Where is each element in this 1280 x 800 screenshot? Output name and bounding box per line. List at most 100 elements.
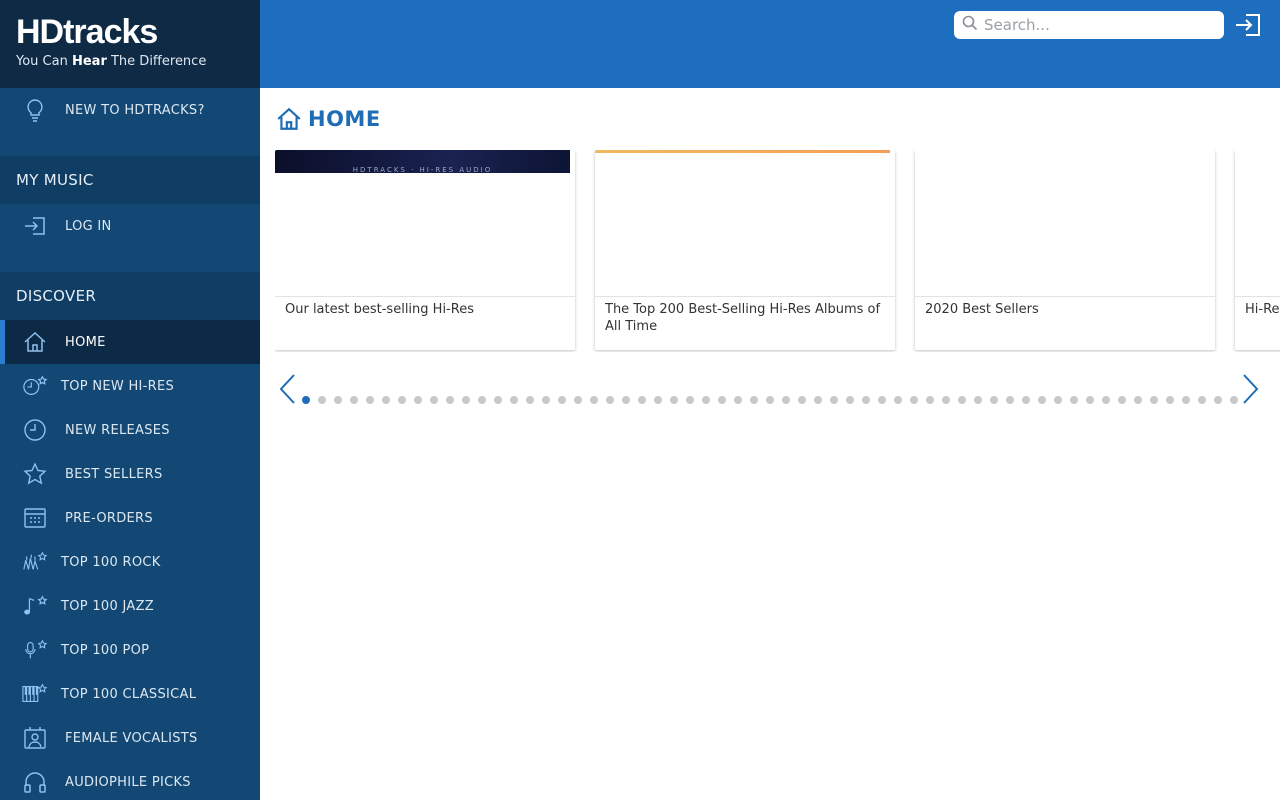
card-image [915, 150, 1215, 297]
carousel-dot[interactable] [366, 396, 374, 404]
carousel-dot[interactable] [526, 396, 534, 404]
carousel-dot[interactable] [622, 396, 630, 404]
carousel-dot[interactable] [318, 396, 326, 404]
sidebar-item-top-100-classical[interactable]: TOP 100 CLASSICAL [0, 672, 260, 716]
sidebar-item-label: FEMALE VOCALISTS [65, 730, 198, 746]
carousel-dot[interactable] [910, 396, 918, 404]
carousel: HDTRACKS · HI-RES AUDIO Our latest best-… [275, 150, 1280, 352]
sidebar-item-label: TOP 100 JAZZ [61, 598, 155, 614]
sidebar-item-top-100-pop[interactable]: TOP 100 POP [0, 628, 260, 672]
carousel-dot[interactable] [510, 396, 518, 404]
carousel-dot[interactable] [542, 396, 550, 404]
carousel-dot[interactable] [926, 396, 934, 404]
carousel-dot[interactable] [478, 396, 486, 404]
carousel-card[interactable]: HDTRACKS · HI-RES AUDIO Our latest best-… [275, 150, 575, 350]
sidebar-item-label: HOME [65, 334, 106, 350]
carousel-dot[interactable] [878, 396, 886, 404]
sidebar-item-audiophile-picks[interactable]: AUDIOPHILE PICKS [0, 760, 260, 800]
carousel-dot[interactable] [670, 396, 678, 404]
carousel-next-arrow[interactable] [1240, 373, 1260, 405]
carousel-dot[interactable] [718, 396, 726, 404]
sidebar: HDtracks You Can Hear The Difference NEW… [0, 0, 260, 800]
carousel-dot[interactable] [462, 396, 470, 404]
carousel-dot[interactable] [350, 396, 358, 404]
carousel-dot[interactable] [1214, 396, 1222, 404]
carousel-dot[interactable] [1070, 396, 1078, 404]
tagline-pre: You Can [16, 54, 72, 69]
carousel-dot[interactable] [1086, 396, 1094, 404]
carousel-dot[interactable] [302, 396, 310, 404]
carousel-dot[interactable] [638, 396, 646, 404]
carousel-dot[interactable] [1150, 396, 1158, 404]
carousel-dot[interactable] [1182, 396, 1190, 404]
sidebar-item-top-100-jazz[interactable]: TOP 100 JAZZ [0, 584, 260, 628]
sidebar-item-log-in[interactable]: LOG IN [0, 204, 260, 248]
carousel-dot[interactable] [814, 396, 822, 404]
carousel-dot[interactable] [494, 396, 502, 404]
carousel-dot[interactable] [990, 396, 998, 404]
carousel-dot[interactable] [894, 396, 902, 404]
carousel-dot[interactable] [430, 396, 438, 404]
carousel-dot[interactable] [1102, 396, 1110, 404]
carousel-dot[interactable] [446, 396, 454, 404]
sidebar-item-new-to-hdtracks[interactable]: NEW TO HDTRACKS? [0, 88, 260, 132]
hdtracks-logo[interactable]: HDtracks [16, 14, 244, 50]
carousel-dot[interactable] [382, 396, 390, 404]
carousel-dot[interactable] [1006, 396, 1014, 404]
login-icon[interactable] [1233, 12, 1263, 38]
carousel-dot[interactable] [766, 396, 774, 404]
page-title: HOME [276, 106, 381, 132]
sidebar-item-label: TOP 100 CLASSICAL [61, 686, 197, 702]
carousel-dot[interactable] [1166, 396, 1174, 404]
carousel-dot[interactable] [846, 396, 854, 404]
carousel-dot[interactable] [1022, 396, 1030, 404]
carousel-dot[interactable] [942, 396, 950, 404]
search-box[interactable] [954, 11, 1224, 39]
carousel-card[interactable]: 2020 Best Sellers [915, 150, 1215, 350]
carousel-dot[interactable] [1118, 396, 1126, 404]
female-vocalist-icon [22, 725, 48, 751]
carousel-dot[interactable] [1134, 396, 1142, 404]
carousel-dot[interactable] [702, 396, 710, 404]
carousel-dot[interactable] [574, 396, 582, 404]
carousel-dot[interactable] [1038, 396, 1046, 404]
carousel-dot[interactable] [862, 396, 870, 404]
carousel-dot[interactable] [686, 396, 694, 404]
carousel-dot[interactable] [398, 396, 406, 404]
carousel-dot[interactable] [782, 396, 790, 404]
sidebar-item-label: TOP 100 POP [61, 642, 150, 658]
carousel-dot[interactable] [654, 396, 662, 404]
carousel-dot[interactable] [1198, 396, 1206, 404]
sidebar-item-female-vocalists[interactable]: FEMALE VOCALISTS [0, 716, 260, 760]
sidebar-item-best-sellers[interactable]: BEST SELLERS [0, 452, 260, 496]
tagline-bold: Hear [71, 54, 107, 69]
sidebar-item-top-new-hi-res[interactable]: TOP NEW HI-RES [0, 364, 260, 408]
carousel-dot[interactable] [830, 396, 838, 404]
carousel-dot[interactable] [414, 396, 422, 404]
carousel-dot[interactable] [798, 396, 806, 404]
carousel-dot[interactable] [750, 396, 758, 404]
carousel-dot[interactable] [734, 396, 742, 404]
sidebar-item-label: TOP NEW HI-RES [61, 378, 175, 394]
carousel-dot[interactable] [974, 396, 982, 404]
carousel-card[interactable]: The Top 200 Best-Selling Hi-Res Albums o… [595, 150, 895, 350]
search-input[interactable] [984, 16, 1214, 34]
carousel-dot[interactable] [590, 396, 598, 404]
tagline: You Can Hear The Difference [16, 54, 244, 69]
sidebar-item-top-100-rock[interactable]: TOP 100 ROCK [0, 540, 260, 584]
carousel-dot[interactable] [1230, 396, 1238, 404]
home-icon [276, 106, 302, 132]
carousel-card[interactable]: Hi-Res [1235, 150, 1280, 350]
carousel-dot[interactable] [606, 396, 614, 404]
carousel-prev-arrow[interactable] [278, 373, 298, 405]
music-note-star-icon [22, 593, 48, 619]
carousel-dot[interactable] [958, 396, 966, 404]
carousel-dot[interactable] [558, 396, 566, 404]
carousel-dot[interactable] [334, 396, 342, 404]
sidebar-item-label: NEW TO HDTRACKS? [65, 102, 205, 118]
sidebar-item-pre-orders[interactable]: PRE-ORDERS [0, 496, 260, 540]
sidebar-item-home[interactable]: HOME [0, 320, 260, 364]
card-caption: 2020 Best Sellers [925, 302, 1039, 317]
sidebar-item-new-releases[interactable]: NEW RELEASES [0, 408, 260, 452]
carousel-dot[interactable] [1054, 396, 1062, 404]
